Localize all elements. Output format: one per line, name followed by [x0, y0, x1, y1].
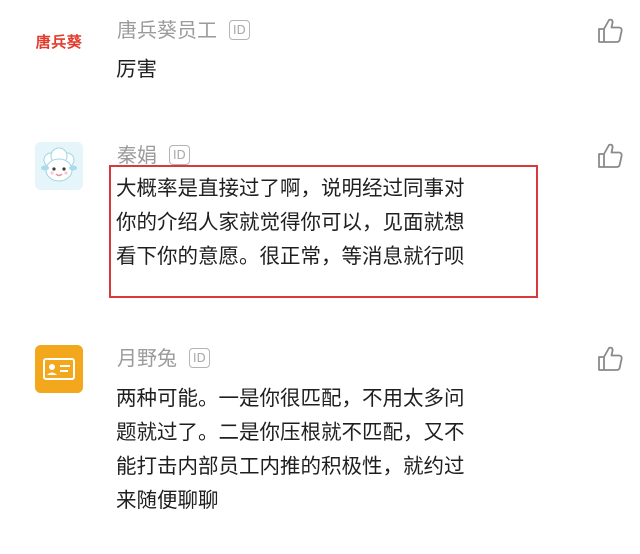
thumbs-up-icon[interactable]	[596, 345, 624, 373]
comment-item: 月野兔 ID 两种可能。一是你很匹配，不用太多问 题就过了。二是你压根就不匹配，…	[0, 0, 640, 554]
comment-text: 两种可能。一是你很匹配，不用太多问 题就过了。二是你压根就不匹配，又不 能打击内…	[116, 386, 465, 512]
comment-author[interactable]: 月野兔 ID	[117, 345, 210, 371]
avatar[interactable]	[35, 345, 83, 393]
author-name[interactable]: 月野兔	[117, 345, 177, 371]
id-card-icon	[35, 345, 83, 393]
id-badge: ID	[189, 348, 210, 368]
